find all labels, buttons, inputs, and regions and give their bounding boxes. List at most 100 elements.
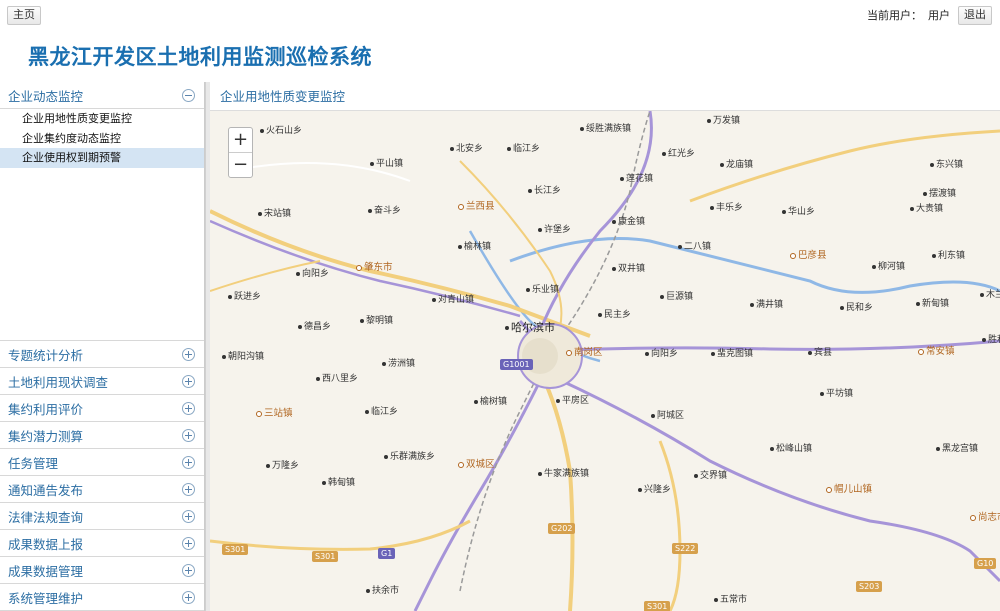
expand-icon[interactable] [182,347,195,361]
map-place-label: 常安镇 [918,343,955,357]
place-marker-icon [970,514,976,521]
expand-icon[interactable] [182,482,195,496]
submenu-item-land-use-change[interactable]: 企业用地性质变更监控 [0,109,204,129]
place-marker-icon [360,318,364,323]
current-user-label: 当前用户： [867,9,922,22]
place-name: 跃进乡 [234,292,262,302]
place-marker-icon [526,287,530,292]
place-name: 二八镇 [684,242,712,252]
expand-icon[interactable] [182,374,195,388]
place-marker-icon [770,446,774,451]
place-marker-icon [266,463,270,468]
map-place-label: 韩甸镇 [322,475,355,488]
panel-title: 企业用地性质变更监控 [210,82,1000,111]
map-place-label: 奋斗乡 [368,203,401,216]
place-name: 韩甸镇 [328,478,356,488]
place-marker-icon [662,151,666,156]
place-name: 蜚克图镇 [717,349,754,359]
place-name: 火石山乡 [266,126,303,136]
sidebar-section-enterprise-monitoring[interactable]: 企业动态监控 [0,82,204,109]
place-name: 松峰山镇 [776,444,813,454]
place-name: 牛家满族镇 [544,469,590,479]
sidebar-section[interactable]: 成果数据上报 [0,530,204,557]
sidebar-section[interactable]: 通知通告发布 [0,476,204,503]
map-place-label: 民主乡 [598,307,631,320]
place-name: 对青山镇 [438,295,475,305]
sidebar: 企业动态监控 企业用地性质变更监控 企业集约度动态监控 企业使用权到期预警 专题… [0,82,205,611]
map-place-label: 万隆乡 [266,458,299,471]
place-name: 康金镇 [618,217,646,227]
map-place-label: 莲花镇 [620,171,653,184]
sidebar-section[interactable]: 任务管理 [0,449,204,476]
expand-icon[interactable] [182,536,195,550]
place-marker-icon [612,266,616,271]
sidebar-section[interactable]: 成果数据管理 [0,557,204,584]
place-marker-icon [228,294,232,299]
place-marker-icon [790,252,796,259]
sidebar-section[interactable]: 系统管理维护 [0,584,204,611]
place-name: 绥胜满族镇 [586,124,632,134]
place-marker-icon [808,350,812,355]
expand-icon[interactable] [182,428,195,442]
app-title: 黑龙江开发区土地利用监测巡检系统 [28,45,372,69]
place-marker-icon [368,208,372,213]
sidebar-section[interactable]: 集约利用评价 [0,395,204,422]
expand-icon[interactable] [182,563,195,577]
sidebar-section[interactable]: 法律法规查询 [0,503,204,530]
submenu-item-intensity-monitoring[interactable]: 企业集约度动态监控 [0,129,204,149]
map-place-label: 巴彦县 [790,247,827,261]
map-place-label: 哈尔滨市 [505,319,555,335]
map-place-label: 尚志市 [970,509,1000,523]
top-bar: 主页 当前用户： 用户 退出 [0,0,1000,30]
place-marker-icon [918,348,924,355]
sidebar-section[interactable]: 专题统计分析 [0,341,204,368]
place-name: 帽儿山镇 [834,484,873,495]
map-place-label: 双城区 [458,456,495,470]
zoom-in-button[interactable]: + [229,128,252,153]
place-name: 三站镇 [264,408,293,419]
sidebar-section[interactable]: 土地利用现状调查 [0,368,204,395]
place-marker-icon [916,301,920,306]
place-name: 新甸镇 [922,299,950,309]
user-area: 当前用户： 用户 退出 [867,5,992,25]
map-view[interactable]: + − 火石山乡 北安乡 临江乡 绥胜满族镇 万发镇 平山镇 红光乡 龙庙镇 东兴镇 莲花镇 长江乡… [210,111,1000,611]
place-marker-icon [528,188,532,193]
place-name: 宾县 [814,348,833,358]
place-marker-icon [222,354,226,359]
map-place-label: 蜚克图镇 [711,346,753,359]
map-place-label: 临江乡 [365,404,398,417]
expand-icon[interactable] [182,509,195,523]
place-marker-icon [982,337,986,342]
place-marker-icon [365,409,369,414]
place-marker-icon [932,253,936,258]
map-place-label: 绥胜满族镇 [580,121,631,134]
place-name: 莲花镇 [626,174,654,184]
expand-icon[interactable] [182,401,195,415]
collapse-icon[interactable] [182,88,195,102]
place-marker-icon [820,391,824,396]
sidebar-section-label: 专题统计分析 [8,347,84,363]
map-place-label: 榆树镇 [474,394,507,407]
logout-button[interactable]: 退出 [958,5,992,25]
place-name: 阿城区 [657,411,685,421]
map-place-label: 康金镇 [612,214,645,227]
place-marker-icon [432,297,436,302]
place-marker-icon [474,399,478,404]
place-name: 临江乡 [371,407,399,417]
sidebar-section[interactable]: 集约潜力测算 [0,422,204,449]
place-marker-icon [556,398,560,403]
place-name: 东兴镇 [936,160,964,170]
zoom-out-button[interactable]: − [229,153,252,178]
home-button[interactable]: 主页 [7,6,41,25]
place-name: 兴隆乡 [644,485,672,495]
expand-icon[interactable] [182,455,195,469]
sidebar-section-label: 成果数据管理 [8,563,84,579]
submenu-item-expiry-warning[interactable]: 企业使用权到期预警 [0,148,204,168]
place-name: 黑龙宫镇 [942,444,979,454]
map-place-label: 扶余市 [366,583,399,596]
expand-icon[interactable] [182,590,195,604]
place-name: 兰西县 [466,201,495,212]
map-place-label: 摆渡镇 [923,186,956,199]
place-name: 临江乡 [513,144,541,154]
map-place-label: 平坊镇 [820,386,853,399]
